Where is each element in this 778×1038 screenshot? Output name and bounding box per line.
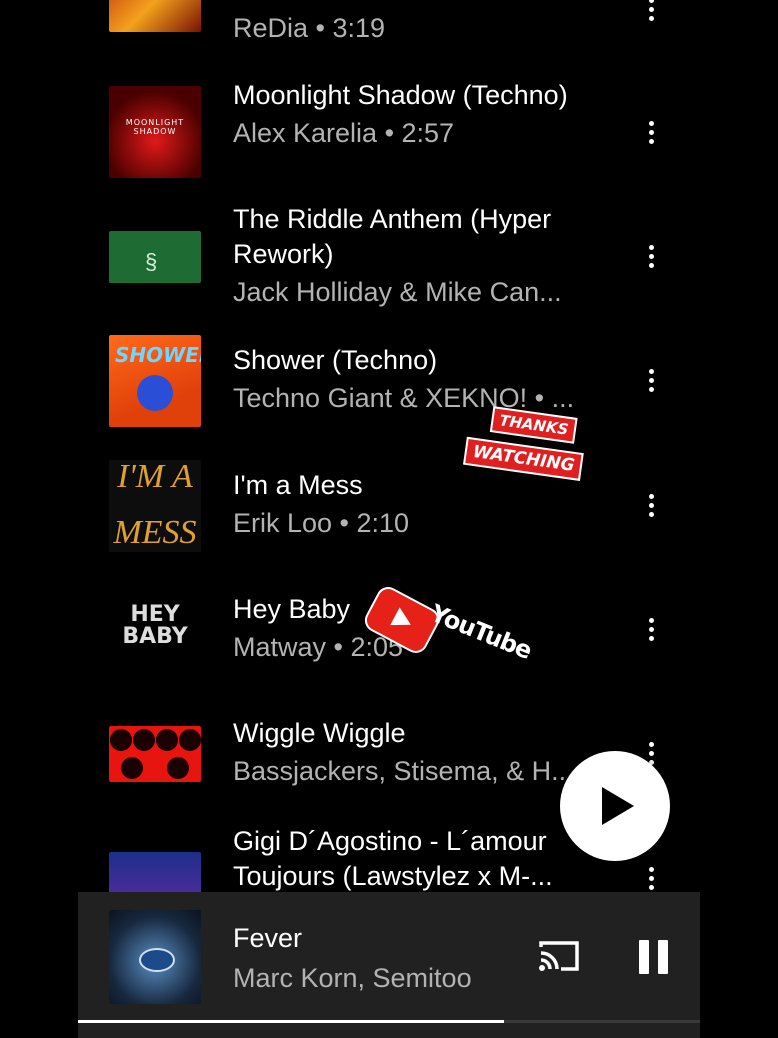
logo-icon: §: [145, 249, 158, 274]
list-item[interactable]: ReDia • 3:19: [78, 0, 700, 60]
more-options-icon[interactable]: [641, 487, 661, 523]
more-options-icon[interactable]: [641, 0, 661, 27]
track-artist: Bassjackers, Stisema, & H...: [233, 756, 574, 786]
youtube-sticker: YouTube: [360, 582, 535, 670]
track-title: Shower (Techno): [233, 345, 438, 375]
track-title: Moonlight Shadow (Techno): [233, 80, 568, 110]
list-item[interactable]: I'M A MESS I'm a Mess Erik Loo • 2:10: [78, 460, 700, 560]
play-button[interactable]: [560, 751, 670, 861]
thumbnail-text-bottom: MESS: [113, 514, 197, 551]
more-options-icon[interactable]: [641, 114, 661, 150]
thumbnail-art: [137, 375, 173, 411]
track-artist: Erik Loo • 2:10: [233, 508, 410, 538]
thumbnail-text: HEY BABY: [122, 602, 188, 649]
track-title: Wiggle Wiggle: [233, 718, 406, 748]
track-thumbnail: [109, 726, 201, 782]
track-thumbnail: [109, 0, 201, 32]
sticker-text-bottom: WATCHING: [463, 436, 585, 482]
track-artist: Jack Holliday & Mike Can...: [233, 277, 562, 307]
more-options-icon[interactable]: [641, 238, 661, 274]
more-options-icon[interactable]: [641, 362, 661, 398]
track-title: Gigi D´Agostino - L´amour Toujours (Laws…: [233, 826, 553, 891]
progress-fill: [78, 1020, 505, 1023]
track-title: The Riddle Anthem (Hyper Rework): [233, 204, 552, 269]
pause-button[interactable]: [639, 940, 669, 974]
track-artist: Alex Karelia • 2:57: [233, 118, 455, 148]
thumbnail-art: [109, 726, 201, 782]
mini-player[interactable]: Fever Marc Korn, Semitoo: [78, 892, 700, 1038]
list-item[interactable]: § The Riddle Anthem (Hyper Rework) Jack …: [78, 202, 700, 320]
thumbnail-text: SHOWER: [115, 343, 201, 367]
now-playing-thumbnail: [109, 910, 201, 1004]
thumbnail-text: MOONLIGHT SHADOW: [125, 118, 185, 136]
more-options-icon[interactable]: [641, 860, 661, 892]
track-thumbnail: SHOWER: [109, 335, 201, 427]
track-thumbnail: MOONLIGHT SHADOW: [109, 86, 201, 178]
track-thumbnail: [109, 852, 201, 892]
list-item[interactable]: SHOWER Shower (Techno) Techno Giant & XE…: [78, 335, 700, 435]
track-thumbnail: §: [109, 231, 201, 283]
thanks-for-watching-sticker: THANKS WATCHING: [461, 403, 585, 491]
thumbnail-text-top: I'M A: [117, 460, 193, 495]
track-thumbnail: HEY BABY: [109, 584, 201, 676]
playback-progress-bar[interactable]: [78, 1020, 700, 1023]
list-item[interactable]: MOONLIGHT SHADOW Moonlight Shadow (Techn…: [78, 78, 700, 196]
thumbnail-art: [139, 948, 175, 972]
track-thumbnail: I'M A MESS: [109, 460, 201, 552]
track-artist: ReDia • 3:19: [233, 13, 386, 43]
more-options-icon[interactable]: [641, 611, 661, 647]
cast-icon[interactable]: [537, 939, 581, 973]
